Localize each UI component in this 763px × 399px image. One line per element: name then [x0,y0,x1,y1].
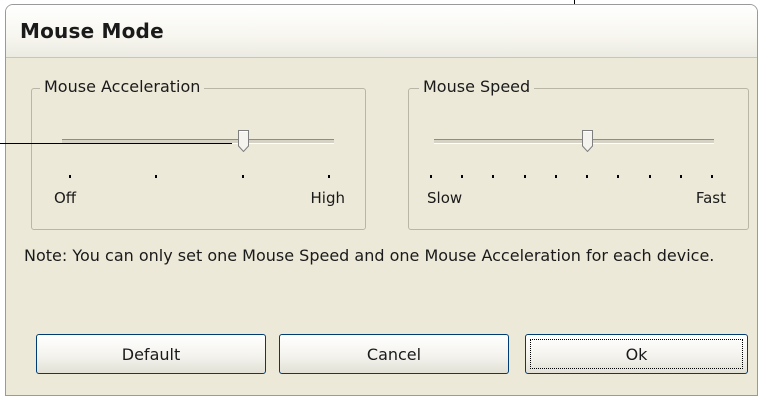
mouse-speed-track[interactable] [434,139,714,144]
callout-line-acceleration [0,143,232,144]
mouse-mode-dialog: Mouse Mode Mouse Acceleration Off High M… [5,4,758,396]
mouse-acceleration-tick [328,175,330,178]
mouse-speed-tick [461,175,463,178]
title-bar: Mouse Mode [6,5,757,58]
mouse-speed-tick [649,175,651,178]
dialog-title: Mouse Mode [20,19,164,43]
cancel-button[interactable]: Cancel [279,334,509,374]
mouse-speed-tick [492,175,494,178]
stage: Mouse Mode Mouse Acceleration Off High M… [0,0,763,399]
default-button[interactable]: Default [36,334,266,374]
mouse-speed-tick [524,175,526,178]
mouse-speed-group: Mouse Speed Slow Fast [408,77,749,230]
mouse-acceleration-max-label: High [310,189,345,207]
mouse-acceleration-group: Mouse Acceleration Off High [31,77,366,230]
mouse-speed-tick [430,175,432,178]
mouse-speed-min-label: Slow [427,189,463,207]
mouse-speed-slider-thumb[interactable] [582,130,593,152]
focus-ring [530,339,743,369]
mouse-acceleration-slider-thumb[interactable] [238,130,249,152]
mouse-acceleration-tick [242,175,244,178]
mouse-speed-tick [680,175,682,178]
note-text: Note: You can only set one Mouse Speed a… [24,246,715,265]
mouse-speed-max-label: Fast [695,189,726,207]
mouse-speed-tick [617,175,619,178]
mouse-acceleration-min-label: Off [54,189,77,207]
mouse-acceleration-legend: Mouse Acceleration [40,77,205,96]
mouse-acceleration-tick [155,175,157,178]
mouse-speed-tick [586,175,588,178]
ok-button[interactable]: Ok [525,334,748,374]
mouse-speed-legend: Mouse Speed [419,77,535,96]
mouse-speed-tick [555,175,557,178]
mouse-speed-tick [711,175,713,178]
mouse-acceleration-tick [69,175,71,178]
